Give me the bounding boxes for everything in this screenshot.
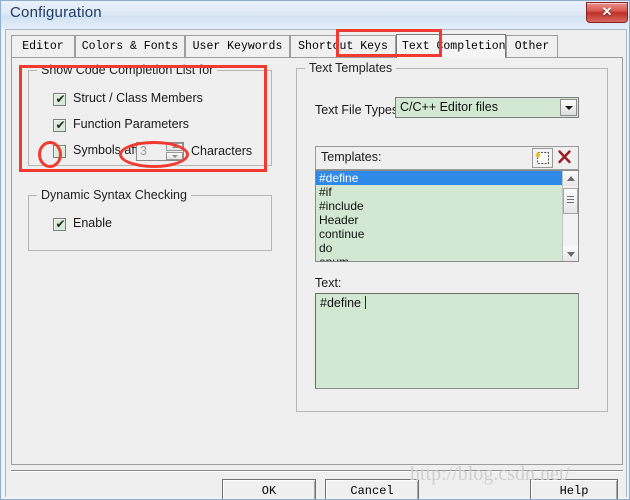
- text-templates-legend: Text Templates: [305, 61, 397, 75]
- text-file-types-dropdown[interactable]: C/C++ Editor files: [395, 97, 579, 118]
- list-item[interactable]: do: [316, 241, 578, 255]
- label-function-parameters: Function Parameters: [73, 117, 190, 131]
- window-title: Configuration: [10, 4, 102, 21]
- tab-shortcut-keys[interactable]: Shortcut Keys: [290, 35, 396, 57]
- show-code-completion-group: Show Code Completion List for ✔ Struct /…: [28, 63, 272, 166]
- label-enable: Enable: [73, 216, 112, 230]
- scroll-down-button[interactable]: [563, 246, 578, 261]
- title-bar: Configuration ✕: [1, 1, 629, 29]
- dialog-client-area: Editor Colors & Fonts User Keywords Shor…: [5, 29, 627, 499]
- dynamic-syntax-checking-group: Dynamic Syntax Checking ✔ Enable: [28, 188, 272, 251]
- tab-other[interactable]: Other: [506, 35, 558, 57]
- symbols-after-spinner[interactable]: 3: [136, 142, 184, 161]
- tab-editor[interactable]: Editor: [11, 35, 75, 57]
- template-text-string: #define: [320, 296, 365, 310]
- label-text-file-types: Text File Types:: [315, 103, 402, 117]
- text-caret: [365, 296, 367, 309]
- new-template-button[interactable]: [532, 148, 553, 168]
- templates-listbox[interactable]: #define #if #include Header continue do …: [315, 170, 579, 262]
- tab-user-keywords[interactable]: User Keywords: [185, 35, 290, 57]
- check-icon: ✔: [55, 92, 66, 106]
- list-item[interactable]: continue: [316, 227, 578, 241]
- spinner-value: 3: [140, 144, 147, 158]
- close-x-icon: [558, 150, 571, 164]
- label-struct-class-members: Struct / Class Members: [73, 91, 203, 105]
- text-file-types-value: C/C++ Editor files: [400, 100, 498, 114]
- list-item[interactable]: #define: [316, 171, 578, 185]
- close-icon: ✕: [601, 4, 613, 19]
- help-button[interactable]: Help: [530, 479, 618, 499]
- checkbox-enable[interactable]: ✔: [53, 218, 66, 231]
- spinner-buttons: [166, 143, 183, 160]
- close-button[interactable]: ✕: [586, 2, 628, 23]
- spinner-down-button[interactable]: [166, 152, 183, 160]
- list-item[interactable]: #if: [316, 185, 578, 199]
- button-bar-separator: [11, 470, 623, 472]
- spinner-up-button[interactable]: [166, 143, 183, 151]
- templates-scrollbar[interactable]: [562, 171, 578, 261]
- template-text-editor[interactable]: #define: [315, 293, 579, 389]
- cancel-button[interactable]: Cancel: [325, 479, 419, 499]
- delete-template-button[interactable]: [555, 148, 576, 168]
- templates-label: Templates:: [321, 150, 382, 164]
- tab-strip: Editor Colors & Fonts User Keywords Shor…: [11, 34, 623, 58]
- text-templates-group: Text Templates Text File Types: C/C++ Ed…: [296, 61, 608, 412]
- check-icon: ✔: [55, 118, 66, 132]
- list-item[interactable]: Header: [316, 213, 578, 227]
- chevron-down-icon[interactable]: [560, 99, 577, 116]
- label-text: Text:: [315, 276, 342, 290]
- scrollbar-thumb[interactable]: [563, 188, 578, 214]
- tab-text-completion[interactable]: Text Completion: [396, 34, 506, 58]
- new-template-icon: [535, 151, 549, 164]
- ok-button[interactable]: OK: [222, 479, 316, 499]
- chevron-down-icon: [171, 155, 178, 158]
- list-item[interactable]: enum: [316, 255, 578, 261]
- chevron-up-icon: [171, 145, 178, 148]
- chevron-down-icon: [566, 251, 575, 257]
- tab-page-text-completion: Show Code Completion List for ✔ Struct /…: [11, 57, 623, 465]
- dynamic-syntax-checking-legend: Dynamic Syntax Checking: [37, 188, 191, 202]
- checkbox-symbols-after[interactable]: [53, 145, 66, 158]
- tab-colors-fonts[interactable]: Colors & Fonts: [75, 35, 185, 57]
- checkbox-struct-class-members[interactable]: ✔: [53, 93, 66, 106]
- checkbox-function-parameters[interactable]: ✔: [53, 119, 66, 132]
- scroll-up-button[interactable]: [563, 171, 578, 186]
- list-item[interactable]: #include: [316, 199, 578, 213]
- templates-toolbar: Templates:: [315, 146, 579, 170]
- template-text-value: #define: [320, 296, 367, 310]
- show-code-completion-legend: Show Code Completion List for: [37, 63, 218, 77]
- grip-icon: [567, 196, 574, 205]
- configuration-dialog: Configuration ✕ Editor Colors & Fonts Us…: [0, 0, 630, 500]
- check-icon: ✔: [55, 217, 66, 231]
- label-characters: Characters: [191, 144, 253, 158]
- chevron-up-icon: [566, 175, 575, 181]
